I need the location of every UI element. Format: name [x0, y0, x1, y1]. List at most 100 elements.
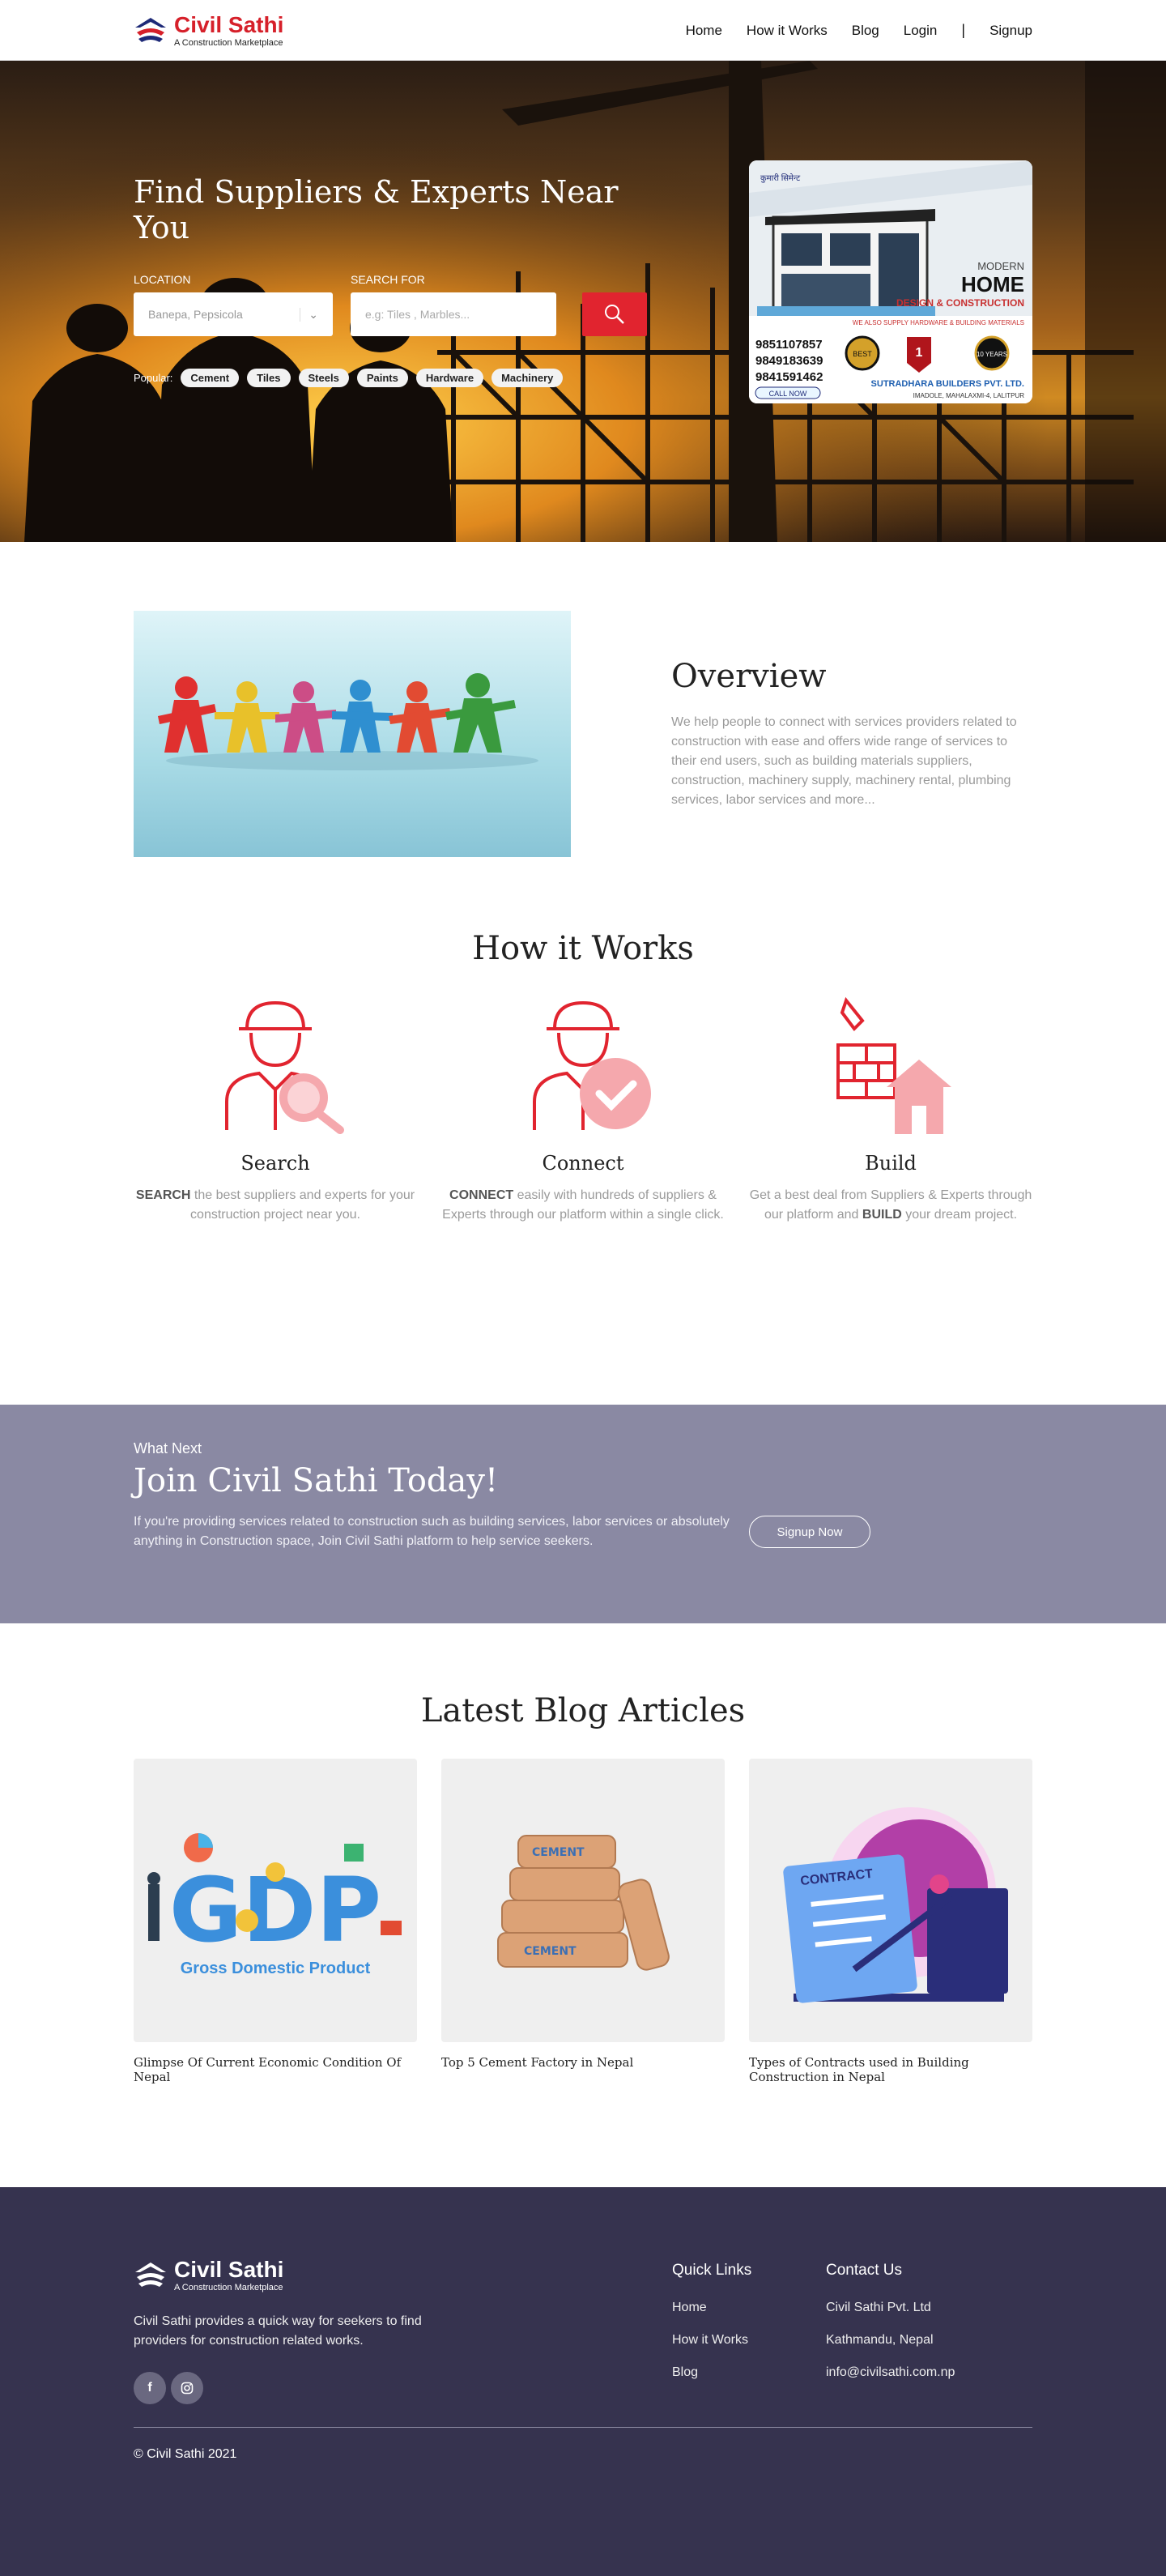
join-section: What Next Join Civil Sathi Today! If you… [0, 1405, 1166, 1623]
popular-tags: Popular: Cement Tiles Steels Paints Hard… [134, 369, 652, 387]
ad-badge: BEST [853, 350, 872, 358]
footer-link-blog[interactable]: Blog [672, 2365, 826, 2380]
search-button[interactable] [582, 292, 647, 336]
gdp-caption: Gross Domestic Product [181, 1960, 371, 1977]
site-footer: Civil Sathi A Construction Marketplace C… [0, 2187, 1166, 2576]
cement-label: CEMENT [532, 1846, 585, 1859]
ad-badge: 1 [916, 346, 923, 360]
footer-logo[interactable]: Civil Sathi A Construction Marketplace [134, 2258, 672, 2292]
ad-badge: 10 YEARS [977, 351, 1007, 358]
ad-call-now: CALL NOW [769, 390, 807, 398]
search-label: SEARCH FOR [351, 273, 425, 286]
chevron-down-icon: ⌄ [300, 307, 318, 322]
ad-phone: 9841591462 [755, 370, 823, 384]
step-build: Build Get a best deal from Suppliers & E… [749, 996, 1032, 1225]
nav-login[interactable]: Login [904, 23, 938, 39]
step-connect: Connect CONNECT easily with hundreds of … [441, 996, 725, 1225]
footer-link-home[interactable]: Home [672, 2301, 826, 2315]
logo-icon [135, 17, 166, 42]
how-it-works-steps: Search SEARCH the best suppliers and exp… [134, 996, 1032, 1225]
blog-card[interactable]: CONTRACT Types of Contracts used in Buil… [749, 1759, 1032, 2084]
site-header: Civil Sathi A Construction Marketplace H… [0, 0, 1166, 61]
popular-label: Popular: [134, 372, 173, 384]
advertisement-banner[interactable]: कुमारी सिमेन्ट MODERN HOME DESIGN & CONS… [749, 160, 1032, 403]
contact-address: Kathmandu, Nepal [826, 2333, 934, 2347]
step-text: Get a best deal from Suppliers & Experts… [749, 1188, 1032, 1222]
hero-section: Find Suppliers & Experts Near You LOCATI… [0, 61, 1166, 542]
overview-image [134, 611, 571, 857]
cement-bags-illustration: CEMENT CEMENT [497, 1835, 670, 1971]
ad-image: कुमारी सिमेन्ट MODERN HOME DESIGN & CONS… [749, 160, 1032, 403]
popular-tag[interactable]: Machinery [492, 369, 564, 387]
blog-card[interactable]: GDP Gross Domestic Product Glimpse Of Cu… [134, 1759, 417, 2084]
worker-check-icon [533, 1000, 651, 1130]
step-title: Build [865, 1152, 917, 1175]
nav-blog[interactable]: Blog [852, 23, 879, 39]
location-label: LOCATION [134, 273, 191, 286]
facebook-icon[interactable]: f [134, 2372, 166, 2404]
search-icon [605, 305, 624, 324]
brick-house-icon [836, 996, 951, 1134]
contact-email[interactable]: info@civilsathi.com.np [826, 2365, 980, 2380]
overview-text: We help people to connect with services … [671, 715, 1017, 807]
blog-card-image: CEMENT CEMENT [441, 1759, 725, 2042]
search-input[interactable]: e.g: Tiles , Marbles... [351, 292, 556, 336]
contract-illustration: CONTRACT [783, 1807, 1008, 2003]
contact-company: Civil Sathi Pvt. Ltd [826, 2301, 931, 2314]
search-placeholder: e.g: Tiles , Marbles... [365, 308, 470, 321]
ad-line1: MODERN [977, 260, 1024, 272]
popular-tag[interactable]: Steels [298, 369, 349, 387]
blog-card-title[interactable]: Glimpse Of Current Economic Condition Of… [134, 2055, 417, 2084]
nav-how-it-works[interactable]: How it Works [747, 23, 828, 39]
brand-tagline: A Construction Marketplace [174, 37, 283, 48]
join-text: If you're providing services related to … [134, 1515, 730, 1548]
step-search: Search SEARCH the best suppliers and exp… [134, 996, 417, 1225]
blog-card-title[interactable]: Types of Contracts used in Building Cons… [749, 2055, 1032, 2084]
step-title: Search [240, 1152, 310, 1175]
popular-tag[interactable]: Paints [356, 369, 408, 387]
copyright: © Civil Sathi 2021 [134, 2427, 1032, 2462]
overview-title: Overview [671, 658, 827, 695]
cement-label: CEMENT [524, 1945, 577, 1958]
blog-card-image: GDP Gross Domestic Product [134, 1759, 417, 2042]
how-it-works-title: How it Works [472, 930, 694, 967]
join-kicker: What Next [134, 1440, 202, 1456]
site-logo[interactable]: Civil Sathi A Construction Marketplace [134, 11, 284, 48]
location-select[interactable]: Banepa, Pepsicola ⌄ [134, 292, 333, 336]
contact-title: Contact Us [826, 2262, 902, 2279]
nav-home[interactable]: Home [686, 23, 722, 39]
quick-links-title: Quick Links [672, 2262, 752, 2279]
popular-tag[interactable]: Hardware [415, 369, 484, 387]
ad-brand-small: कुमारी सिमेन्ट [760, 173, 801, 183]
ad-line3: DESIGN & CONSTRUCTION [896, 297, 1024, 309]
step-text: SEARCH the best suppliers and experts fo… [135, 1188, 415, 1222]
location-value: Banepa, Pepsicola [148, 308, 243, 321]
step-text: CONNECT easily with hundreds of supplier… [442, 1188, 724, 1222]
ad-phone: 9851107857 [755, 338, 823, 352]
instagram-icon[interactable] [171, 2372, 203, 2404]
signup-now-button[interactable]: Signup Now [749, 1516, 870, 1548]
footer-about: Civil Sathi provides a quick way for see… [134, 2314, 422, 2348]
paper-people-illustration [158, 673, 538, 770]
popular-tag[interactable]: Tiles [247, 369, 291, 387]
blog-card[interactable]: CEMENT CEMENT Top 5 Cement Factory in Ne… [441, 1759, 725, 2084]
brand-name: Civil Sathi [174, 11, 284, 37]
step-title: Connect [542, 1152, 624, 1175]
hero-search: Find Suppliers & Experts Near You LOCATI… [134, 174, 652, 387]
ad-line4: WE ALSO SUPPLY HARDWARE & BUILDING MATER… [853, 319, 1024, 326]
gdp-illustration: GDP Gross Domestic Product [147, 1833, 402, 1977]
ad-line2: HOME [961, 272, 1024, 296]
blog-section: Latest Blog Articles GDP Gross Domestic [0, 1623, 1166, 2187]
footer-brand-tagline: A Construction Marketplace [174, 2283, 283, 2292]
footer-brand-name: Civil Sathi [174, 2257, 284, 2282]
hero-title: Find Suppliers & Experts Near You [134, 174, 619, 245]
ad-address: IMADOLE, MAHALAXMI-4, LALITPUR [913, 392, 1025, 399]
main-nav: Home How it Works Blog Login | Signup [686, 22, 1032, 39]
footer-link-how[interactable]: How it Works [672, 2333, 826, 2348]
popular-tag[interactable]: Cement [181, 369, 240, 387]
nav-signup[interactable]: Signup [989, 23, 1032, 39]
ad-phone: 9849183639 [755, 354, 823, 368]
blog-card-title[interactable]: Top 5 Cement Factory in Nepal [441, 2055, 725, 2070]
blog-card-image: CONTRACT [749, 1759, 1032, 2042]
logo-icon [135, 2263, 166, 2287]
